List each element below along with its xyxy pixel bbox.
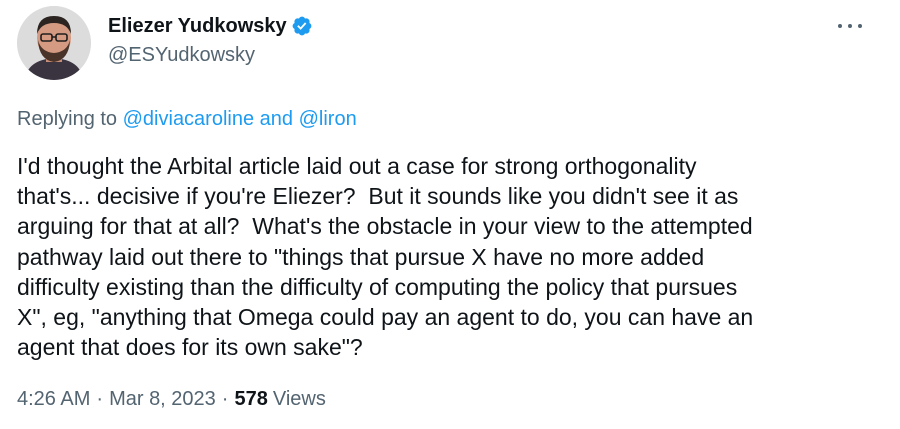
avatar[interactable]	[17, 6, 91, 80]
reply-connector[interactable]: and	[254, 108, 298, 130]
reply-user-link-1[interactable]: @diviacaroline	[123, 108, 254, 130]
avatar-image	[17, 6, 91, 80]
dot	[858, 24, 862, 28]
tweet-text: I'd thought the Arbital article laid out…	[17, 153, 754, 361]
verified-badge-icon[interactable]	[291, 15, 313, 37]
views-count: 578	[234, 388, 268, 410]
replying-prefix: Replying to	[17, 108, 123, 130]
tweet-date[interactable]: Mar 8, 2023	[109, 388, 216, 411]
name-row: Eliezer Yudkowsky	[108, 13, 313, 39]
tweet-time[interactable]: 4:26 AM	[17, 388, 90, 411]
views-label: Views	[272, 388, 326, 410]
replying-to: Replying to @diviacaroline and @liron	[17, 108, 357, 131]
tweet-meta: 4:26 AM · Mar 8, 2023 · 578 Views	[17, 388, 326, 411]
handle[interactable]: @ESYudkowsky	[108, 44, 313, 67]
more-dots-icon[interactable]	[838, 16, 862, 36]
author-info: Eliezer Yudkowsky @ESYudkowsky	[108, 13, 313, 67]
meta-separator: ·	[221, 388, 229, 410]
dot	[848, 24, 852, 28]
tweet: Eliezer Yudkowsky @ESYudkowsky Replying …	[0, 0, 900, 429]
dot	[838, 24, 842, 28]
reply-user-link-2[interactable]: @liron	[299, 108, 357, 130]
display-name[interactable]: Eliezer Yudkowsky	[108, 15, 287, 38]
meta-separator: ·	[96, 388, 104, 410]
